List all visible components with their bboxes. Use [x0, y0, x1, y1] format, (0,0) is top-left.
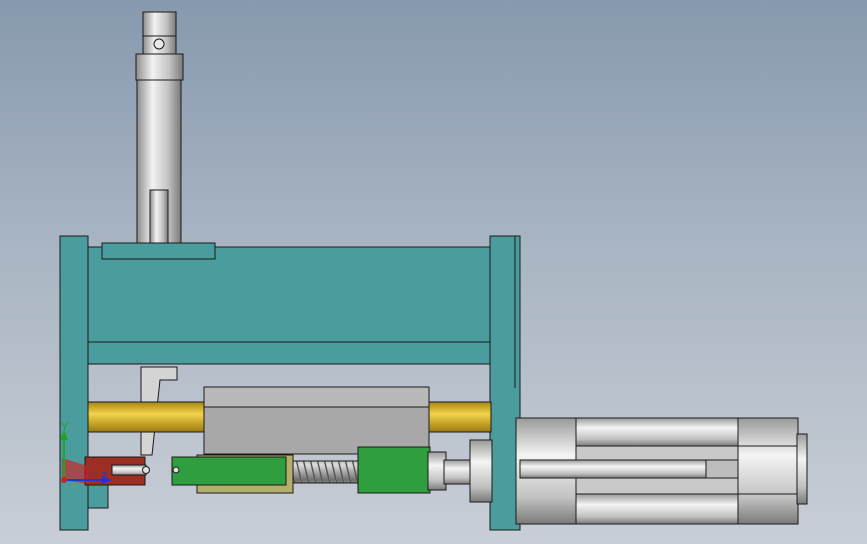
- triad-y-label: Y: [61, 421, 69, 433]
- lead-screw: [287, 460, 361, 484]
- horizontal-cylinder: [515, 417, 808, 525]
- z-axis-dot: [61, 477, 67, 483]
- green-nut-right: [357, 446, 431, 494]
- cylinder-rod-upper: [575, 417, 739, 447]
- cylinder-rod-lower: [575, 493, 739, 525]
- left-side-plate: [59, 235, 89, 531]
- top-flange: [101, 242, 216, 260]
- vertical-cylinder-mount: [135, 53, 184, 81]
- triad-z-label: Z: [101, 471, 108, 483]
- vertical-cylinder-collar: [149, 189, 169, 246]
- green-nut-left: [171, 456, 287, 486]
- cad-viewport[interactable]: Y Z: [0, 0, 867, 544]
- clevis-pin-hole: [153, 38, 165, 50]
- vertical-cylinder: [135, 11, 184, 246]
- cylinder-piston-rod: [519, 459, 711, 479]
- shaft-coupling: [427, 439, 493, 503]
- cylinder-end-cap-right: [737, 417, 799, 525]
- cad-assembly-drawing: Y Z: [59, 11, 808, 531]
- top-plate: [87, 246, 492, 365]
- sliding-block: [203, 386, 430, 455]
